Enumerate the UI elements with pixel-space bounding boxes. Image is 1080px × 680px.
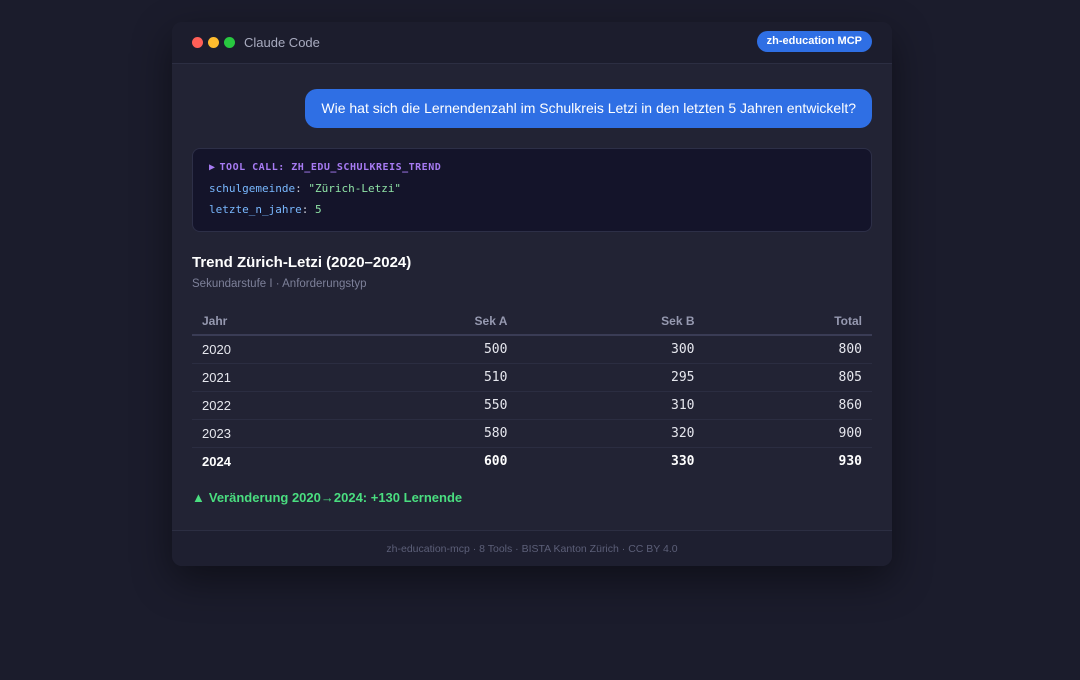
param-value: 5 (314, 203, 322, 216)
minimize-window-button[interactable] (208, 37, 219, 48)
tool-param-row: schulgemeinde: "Zürich-Letzi" (209, 182, 402, 195)
cell-sek-b: 310 (517, 391, 705, 420)
cell-year: 2021 (192, 363, 332, 392)
tool-call-header[interactable]: ▶ TOOL CALL: ZH_EDU_SCHULKREIS_TREND (209, 162, 441, 173)
triangle-up-icon: ▲ (192, 490, 205, 505)
cell-sek-a: 580 (332, 419, 518, 448)
footer: zh-education-mcp · 8 Tools · BISTA Kanto… (172, 530, 892, 566)
table-row: 2022 550 310 860 (192, 391, 872, 420)
trend-table: Jahr Sek A Sek B Total 2020 500 300 800 … (192, 307, 872, 475)
table-header-row: Jahr Sek A Sek B Total (192, 307, 872, 336)
result-title: Trend Zürich-Letzi (2020–2024) (192, 254, 412, 271)
cell-sek-a: 550 (332, 391, 518, 420)
mcp-server-badge: zh-education MCP (756, 31, 872, 52)
change-text: Veränderung 2020→2024: +130 Lernende (208, 490, 463, 505)
result-subtitle: Sekundarstufe I · Anforderungstyp (192, 278, 367, 290)
column-header-jahr: Jahr (192, 307, 332, 336)
column-header-total: Total (704, 307, 872, 336)
tool-call-block: ▶ TOOL CALL: ZH_EDU_SCHULKREIS_TREND schu… (192, 148, 872, 232)
param-key: schulgemeinde (209, 182, 296, 195)
cell-year: 2024 (202, 453, 231, 469)
cell-total: 900 (704, 419, 872, 448)
cell-sek-a: 510 (332, 363, 518, 392)
change-summary: ▲ Veränderung 2020→2024: +130 Lernende (192, 490, 462, 505)
cell-sek-b: 295 (517, 363, 705, 392)
tool-call-label: TOOL CALL: ZH_EDU_SCHULKREIS_TREND (219, 162, 442, 173)
user-message-bubble: Wie hat sich die Lernendenzahl im Schulk… (305, 89, 872, 128)
maximize-window-button[interactable] (224, 37, 235, 48)
cell-sek-a: 500 (332, 335, 518, 364)
cell-total: 805 (704, 363, 872, 392)
title-bar: Claude Code zh-education MCP (172, 22, 892, 64)
close-window-button[interactable] (192, 37, 203, 48)
param-key: letzte_n_jahre (209, 203, 302, 216)
cell-total: 860 (704, 391, 872, 420)
cell-year: 2020 (192, 335, 332, 364)
cell-sek-b: 300 (517, 335, 705, 364)
cell-sek-b: 320 (517, 419, 705, 448)
cell-year: 2023 (192, 419, 332, 448)
column-header-sek-a: Sek A (332, 307, 518, 336)
tool-param-row: letzte_n_jahre: 5 (209, 203, 322, 216)
cell-sek-a: 600 (483, 453, 508, 469)
table-row: 2023 580 320 900 (192, 419, 872, 448)
column-header-sek-b: Sek B (517, 307, 705, 336)
expand-triangle-icon[interactable]: ▶ (209, 162, 216, 173)
cell-sek-b: 330 (671, 453, 695, 469)
table-row-latest: 2024 600 330 930 (192, 447, 872, 475)
cell-year: 2022 (192, 391, 332, 420)
cell-total: 930 (838, 453, 862, 469)
param-value: "Zürich-Letzi" (308, 182, 402, 195)
app-title: Claude Code (244, 35, 320, 50)
table-row: 2020 500 300 800 (192, 335, 872, 364)
table-row: 2021 510 295 805 (192, 363, 872, 392)
app-window: Claude Code zh-education MCP Wie hat sic… (172, 22, 892, 566)
cell-total: 800 (704, 335, 872, 364)
